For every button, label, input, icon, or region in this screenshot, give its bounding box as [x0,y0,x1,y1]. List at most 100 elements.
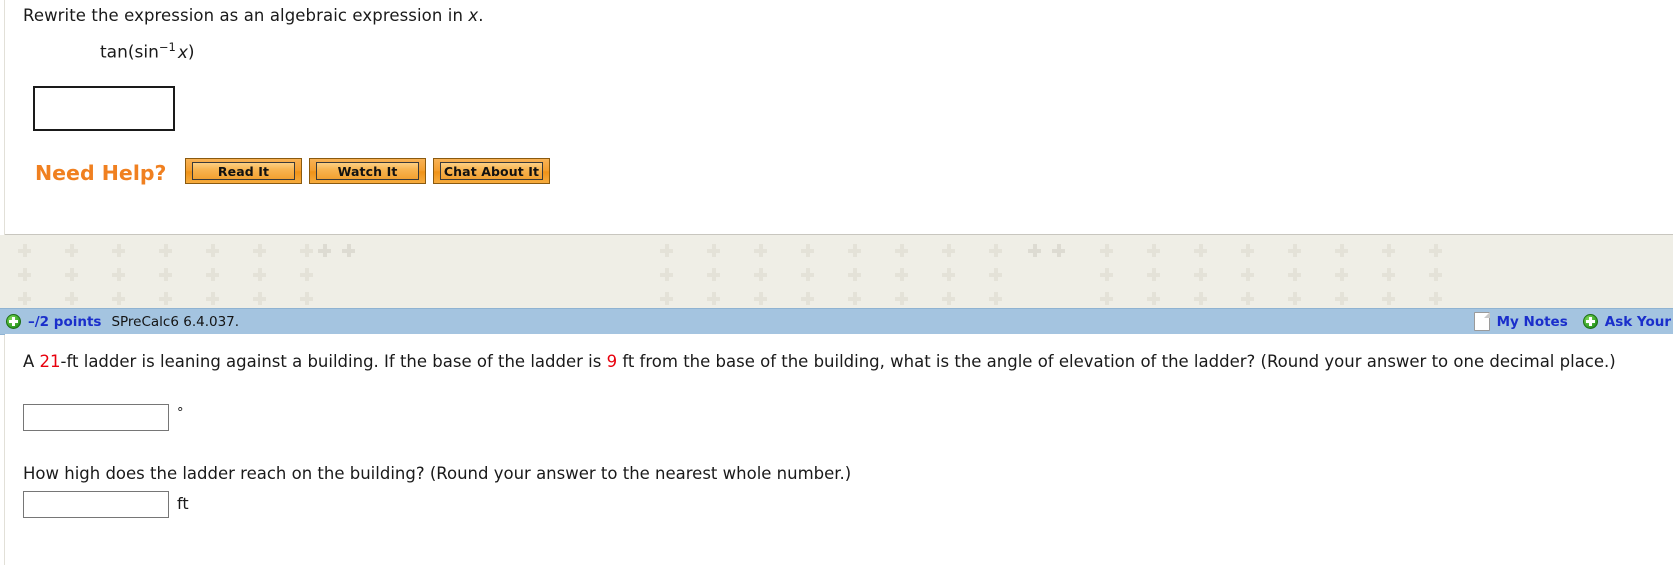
texture-plus [942,292,955,305]
texture-plus [253,292,266,305]
texture-plus [848,292,861,305]
texture-plus [206,268,219,281]
texture-plus [65,244,78,257]
texture-plus [1147,292,1160,305]
problem-one-expression: tan(sin−1 x) [100,40,195,63]
texture-plus [1241,292,1254,305]
part-a-text-1: A [23,352,40,371]
texture-plus [1147,244,1160,257]
texture-plus [801,292,814,305]
problem-two-part-b-text: How high does the ladder reach on the bu… [23,464,852,483]
texture-plus [989,244,1002,257]
texture-plus [801,268,814,281]
texture-plus [1429,244,1442,257]
part-b-answer-input[interactable] [23,491,169,518]
texture-plus [112,292,125,305]
texture-plus [660,292,673,305]
problem-two-panel: A 21-ft ladder is leaning against a buil… [5,334,1673,565]
texture-plus [989,268,1002,281]
problem-one-panel: Rewrite the expression as an algebraic e… [5,0,1673,235]
plus-circle-icon[interactable] [6,314,21,329]
texture-plus [159,268,172,281]
texture-plus [253,244,266,257]
texture-plus [707,268,720,281]
ask-your-teacher-link[interactable]: Ask Your [1605,314,1673,330]
texture-plus [1100,244,1113,257]
texture-plus [112,268,125,281]
texture-plus [754,244,767,257]
prompt-text-after: . [478,6,484,25]
expression-close-paren: ) [187,42,195,63]
texture-plus [18,244,31,257]
part-a-value-ladder-length: 21 [39,352,61,371]
texture-plus [754,292,767,305]
texture-plus [895,244,908,257]
texture-plus [1288,268,1301,281]
texture-plus [318,244,331,257]
texture-plus [159,292,172,305]
texture-plus [1335,292,1348,305]
texture-plus [18,268,31,281]
texture-plus [660,244,673,257]
texture-plus [895,292,908,305]
part-a-text-2: -ft ladder is leaning against a building… [60,352,607,371]
texture-plus [300,244,313,257]
texture-plus [1429,268,1442,281]
texture-plus [754,268,767,281]
texture-plus [1100,268,1113,281]
texture-plus [1028,244,1041,257]
texture-plus [1382,292,1395,305]
texture-plus [206,292,219,305]
texture-plus [300,292,313,305]
texture-plus [1194,292,1207,305]
texture-plus [1335,268,1348,281]
texture-plus [801,244,814,257]
part-a-answer-input[interactable] [23,404,169,431]
prompt-variable: x [468,6,479,25]
question-id-label: SPreCalc6 6.4.037. [111,313,240,330]
texture-plus [1052,244,1065,257]
watch-it-button[interactable]: Watch It [309,158,426,184]
my-notes-link[interactable]: My Notes [1497,314,1568,330]
texture-plus [1194,268,1207,281]
read-it-button[interactable]: Read It [185,158,302,184]
assignment-page: Rewrite the expression as an algebraic e… [0,0,1673,565]
question-header-right: My Notes Ask Your [1473,309,1673,334]
texture-plus [206,244,219,257]
expression-function: tan(sin [100,42,159,63]
texture-plus [1335,244,1348,257]
texture-plus [1147,268,1160,281]
points-label: –/2 points [28,313,102,330]
texture-plus [942,268,955,281]
part-b-unit-feet: ft [177,494,189,513]
need-help-label: Need Help? [35,161,167,185]
prompt-text-before: Rewrite the expression as an algebraic e… [23,6,469,25]
texture-plus [65,268,78,281]
part-a-unit-degrees: ° [177,406,184,421]
texture-plus [1241,244,1254,257]
chat-about-it-button[interactable]: Chat About It [433,158,550,184]
page-icon [1473,312,1490,331]
texture-plus [1194,244,1207,257]
read-it-label: Read It [192,162,295,180]
texture-plus [895,268,908,281]
texture-plus [1288,292,1301,305]
expression-variable: x [177,42,188,63]
problem-one-answer-box[interactable] [33,86,175,131]
texture-plus [848,244,861,257]
texture-plus [660,268,673,281]
texture-plus [989,292,1002,305]
expression-exponent: −1 [158,40,176,54]
texture-plus [342,244,355,257]
plus-circle-icon-ask[interactable] [1582,314,1598,329]
question-header-bar: –/2 points SPreCalc6 6.4.037. My Notes A… [0,308,1673,335]
part-a-value-base-distance: 9 [606,352,618,371]
texture-plus [1288,244,1301,257]
watch-it-label: Watch It [316,162,419,180]
chat-about-it-label: Chat About It [440,162,543,180]
texture-plus [1429,292,1442,305]
texture-plus [707,292,720,305]
texture-plus [848,268,861,281]
texture-plus [1382,244,1395,257]
question-header-left: –/2 points SPreCalc6 6.4.037. [6,309,239,334]
